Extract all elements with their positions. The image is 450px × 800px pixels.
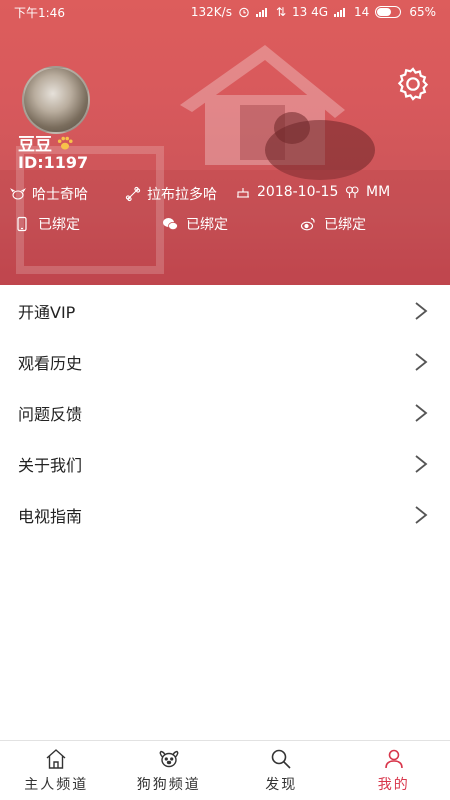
dog-face-icon bbox=[159, 750, 179, 768]
favorite-text: 拉布拉多哈 bbox=[147, 187, 217, 203]
tab-label: 我的 bbox=[377, 777, 410, 793]
tab-discover[interactable]: 发现 bbox=[225, 741, 338, 800]
phone-binding[interactable]: 已绑定 bbox=[14, 214, 80, 234]
bottom-tab-bar: 主人频道 狗狗频道 发现 我的 bbox=[0, 740, 450, 800]
menu-item[interactable]: 问题反馈 bbox=[0, 387, 450, 438]
weibo-binding[interactable]: 已绑定 bbox=[300, 214, 366, 234]
phone-icon bbox=[17, 216, 27, 232]
chevron-right-icon bbox=[415, 505, 428, 524]
menu-item[interactable]: 观看历史 bbox=[0, 336, 450, 387]
chevron-right-icon bbox=[415, 403, 428, 422]
dog-face-icon bbox=[10, 188, 26, 200]
chevron-right-icon bbox=[415, 301, 428, 320]
menu-item-label: 关于我们 bbox=[18, 455, 83, 475]
menu-item[interactable]: 电视指南 bbox=[0, 489, 450, 540]
signal-label-2: 14 bbox=[354, 5, 370, 19]
nickname: 豆豆 bbox=[18, 130, 74, 155]
status-time: 下午1:46 bbox=[14, 5, 65, 20]
weibo-icon bbox=[300, 217, 315, 231]
birthday-text: 2018-10-15 bbox=[257, 184, 339, 200]
gear-icon bbox=[397, 67, 429, 101]
tab-owner-channel[interactable]: 主人频道 bbox=[0, 741, 113, 800]
account-bindings-row: 已绑定 已绑定 已绑定 bbox=[10, 214, 440, 234]
chevron-right-icon bbox=[415, 352, 428, 371]
battery-percent: 65% bbox=[409, 5, 436, 19]
weibo-binding-text: 已绑定 bbox=[324, 217, 366, 233]
avatar[interactable] bbox=[22, 66, 90, 134]
breed-info: 哈士奇哈 bbox=[10, 184, 88, 204]
phone-binding-text: 已绑定 bbox=[38, 217, 80, 233]
gender-info: MM bbox=[344, 184, 390, 200]
network-speed: 132K/s bbox=[190, 5, 232, 19]
tab-label: 主人频道 bbox=[24, 777, 89, 793]
signal-icon bbox=[255, 8, 267, 17]
wechat-icon bbox=[163, 218, 178, 230]
pet-info-row: 哈士奇哈 拉布拉多哈 2018-10-15 MM bbox=[10, 184, 440, 204]
gender-icon bbox=[345, 186, 359, 198]
person-icon bbox=[384, 749, 403, 769]
status-icons: 132K/s ⇅ 13 4G 14 65% bbox=[191, 5, 436, 19]
tab-dog-channel[interactable]: 狗狗频道 bbox=[113, 741, 226, 800]
cake-icon bbox=[237, 188, 249, 198]
settings-button[interactable] bbox=[393, 64, 433, 104]
menu-item-label: 观看历史 bbox=[18, 353, 83, 373]
data-arrows-icon: ⇅ bbox=[275, 5, 287, 19]
home-icon bbox=[46, 749, 66, 769]
tab-label: 狗狗频道 bbox=[136, 777, 201, 793]
user-id: ID:1197 bbox=[18, 153, 89, 172]
menu-item-label: 开通VIP bbox=[18, 302, 76, 322]
paw-icon bbox=[57, 136, 73, 149]
battery-icon bbox=[375, 6, 402, 18]
wechat-binding[interactable]: 已绑定 bbox=[162, 214, 228, 234]
menu-item-label: 电视指南 bbox=[18, 506, 83, 526]
tab-label: 发现 bbox=[265, 777, 298, 793]
bone-icon bbox=[125, 186, 141, 202]
menu-item[interactable]: 开通VIP bbox=[0, 285, 450, 336]
breed-text: 哈士奇哈 bbox=[32, 187, 88, 203]
settings-menu: 开通VIP 观看历史问题反馈关于我们电视指南 bbox=[0, 285, 450, 540]
nickname-text: 豆豆 bbox=[18, 135, 52, 155]
menu-item[interactable]: 关于我们 bbox=[0, 438, 450, 489]
signal-icon-2 bbox=[334, 8, 346, 17]
chevron-right-icon bbox=[415, 454, 428, 473]
status-bar: 下午1:46 132K/s ⇅ 13 4G 14 65% bbox=[0, 0, 450, 24]
birthday-info: 2018-10-15 bbox=[235, 184, 338, 200]
tab-mine[interactable]: 我的 bbox=[338, 741, 450, 800]
gender-text: MM bbox=[366, 184, 391, 200]
favorite-info: 拉布拉多哈 bbox=[125, 184, 217, 204]
alarm-icon bbox=[239, 7, 249, 18]
menu-item-label: 问题反馈 bbox=[18, 404, 83, 424]
search-icon bbox=[271, 749, 291, 769]
wechat-binding-text: 已绑定 bbox=[186, 217, 228, 233]
profile-header: 豆豆 ID:1197 哈士奇哈 拉布拉多哈 2018-10-15 MM 已绑定 … bbox=[0, 0, 450, 285]
signal-label: 13 4G bbox=[292, 5, 329, 19]
